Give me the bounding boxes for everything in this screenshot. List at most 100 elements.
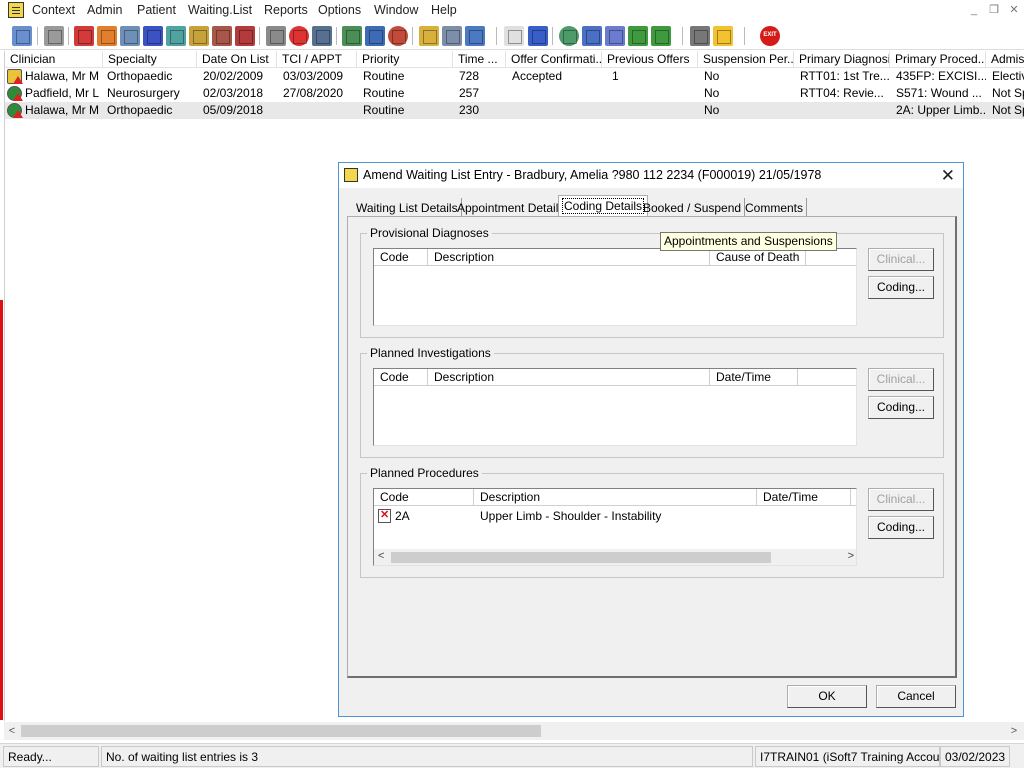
monitor-icon[interactable] xyxy=(312,26,332,46)
find-icon[interactable] xyxy=(266,26,286,46)
col-time[interactable]: Time ... xyxy=(453,51,506,68)
col-extra[interactable] xyxy=(806,249,856,266)
flag-icon[interactable] xyxy=(235,26,255,46)
clinician-icon[interactable] xyxy=(12,26,32,46)
clock-icon[interactable] xyxy=(289,26,309,46)
tab-booked-suspend[interactable]: Booked / Suspend xyxy=(640,198,746,218)
table-row[interactable]: Padfield, Mr L Neurosurgery 02/03/2018 2… xyxy=(5,85,1024,102)
chart-screen-icon[interactable] xyxy=(342,26,362,46)
horizontal-scrollbar[interactable]: < > xyxy=(4,722,1024,740)
cell-primary-diagnosis xyxy=(800,102,890,119)
close-icon[interactable]: ✕ xyxy=(941,166,955,186)
menu-window[interactable]: Window xyxy=(374,3,418,17)
col-cause-of-death[interactable]: Cause of Death xyxy=(710,249,806,266)
col-primary-procedure[interactable]: Primary Proced... xyxy=(890,51,986,68)
user-edit-icon[interactable] xyxy=(465,26,485,46)
planned-procedures-label: Planned Procedures xyxy=(367,466,482,480)
scroll-left-icon[interactable]: < xyxy=(378,550,384,562)
tab-comments[interactable]: Comments xyxy=(742,198,808,218)
col-code[interactable]: Code xyxy=(374,369,428,386)
menu-reports[interactable]: Reports xyxy=(264,3,308,17)
tab-waiting-list-details[interactable]: Waiting List Details xyxy=(353,198,462,218)
provisional-diagnoses-list[interactable]: Code Description Cause of Death xyxy=(373,248,857,326)
planned-procedures-list[interactable]: Code Description Date/Time D ✕ 2A Upper … xyxy=(373,488,857,566)
scrollbar-thumb[interactable] xyxy=(21,725,541,737)
col-description[interactable]: Description xyxy=(428,249,710,266)
col-description[interactable]: Description xyxy=(474,489,757,506)
timer-icon[interactable] xyxy=(388,26,408,46)
note-icon[interactable] xyxy=(189,26,209,46)
menu-admin[interactable]: Admin xyxy=(87,3,122,17)
close-window-icon[interactable]: ✕ xyxy=(1006,3,1022,17)
bar-chart-icon[interactable] xyxy=(528,26,548,46)
coding-button[interactable]: Coding... xyxy=(868,396,934,419)
cell-date-on-list: 05/09/2018 xyxy=(203,103,264,117)
coding-button[interactable]: Coding... xyxy=(868,516,934,539)
col-description[interactable]: Description xyxy=(428,369,710,386)
swap-icon[interactable] xyxy=(690,26,710,46)
minimize-icon[interactable]: _ xyxy=(966,3,982,17)
tab-appointment-details[interactable]: Appointment Details xyxy=(454,198,569,218)
mail-icon[interactable] xyxy=(143,26,163,46)
col-d[interactable]: D xyxy=(851,489,856,506)
warning-icon[interactable] xyxy=(713,26,733,46)
tab-coding-details[interactable]: Coding Details xyxy=(558,195,649,216)
col-primary-diagnosis[interactable]: Primary Diagnosis xyxy=(794,51,890,68)
edit-record-icon[interactable] xyxy=(97,26,117,46)
planned-investigations-group: Planned Investigations Code Description … xyxy=(360,346,944,458)
blank-document-icon[interactable] xyxy=(504,26,524,46)
col-code[interactable]: Code xyxy=(374,249,428,266)
menu-waiting-list[interactable]: Waiting.List xyxy=(188,3,252,17)
col-date-time[interactable]: Date/Time xyxy=(710,369,798,386)
col-previous-offers[interactable]: Previous Offers xyxy=(602,51,698,68)
search-record-icon[interactable] xyxy=(120,26,140,46)
clinical-button[interactable]: Clinical... xyxy=(868,488,934,511)
col-code[interactable]: Code xyxy=(374,489,474,506)
procedures-hscrollbar[interactable]: < > xyxy=(374,549,856,565)
cancel-button[interactable]: Cancel xyxy=(876,685,956,708)
check-list-icon[interactable] xyxy=(605,26,625,46)
globe-icon[interactable] xyxy=(559,26,579,46)
menu-context[interactable]: Context xyxy=(32,3,75,17)
list-item[interactable]: ✕ 2A Upper Limb - Shoulder - Instability xyxy=(374,508,856,525)
col-extra[interactable] xyxy=(798,369,856,386)
app-notepad-icon[interactable] xyxy=(8,2,24,18)
scroll-left-icon[interactable]: < xyxy=(4,723,20,739)
col-clinician[interactable]: Clinician xyxy=(5,51,103,68)
restore-icon[interactable]: ❐ xyxy=(986,3,1002,17)
col-offer-confirmation[interactable]: Offer Confirmati... xyxy=(506,51,602,68)
menu-options[interactable]: Options xyxy=(318,3,361,17)
document-screen-icon[interactable] xyxy=(365,26,385,46)
menu-help[interactable]: Help xyxy=(431,3,457,17)
col-admission[interactable]: Admiss xyxy=(986,51,1024,68)
col-priority[interactable]: Priority xyxy=(357,51,453,68)
clinical-button[interactable]: Clinical... xyxy=(868,248,934,271)
bed-icon[interactable] xyxy=(442,26,462,46)
scroll-right-icon[interactable]: > xyxy=(848,550,854,562)
dialog-titlebar[interactable]: Amend Waiting List Entry - Bradbury, Ame… xyxy=(339,163,963,188)
col-date-time[interactable]: Date/Time xyxy=(757,489,851,506)
checklist-icon[interactable] xyxy=(582,26,602,46)
upload-check-icon[interactable] xyxy=(651,26,671,46)
col-tci-appt[interactable]: TCI / APPT xyxy=(277,51,357,68)
menu-patient[interactable]: Patient xyxy=(137,3,176,17)
coding-button[interactable]: Coding... xyxy=(868,276,934,299)
transfer-icon[interactable] xyxy=(212,26,232,46)
download-check-icon[interactable] xyxy=(628,26,648,46)
col-specialty[interactable]: Specialty xyxy=(103,51,197,68)
col-date-on-list[interactable]: Date On List xyxy=(197,51,277,68)
list-icon[interactable] xyxy=(419,26,439,46)
planned-investigations-list[interactable]: Code Description Date/Time xyxy=(373,368,857,446)
book-icon[interactable] xyxy=(74,26,94,46)
ok-button[interactable]: OK xyxy=(787,685,867,708)
table-row[interactable]: Halawa, Mr M Orthopaedic 20/02/2009 03/0… xyxy=(5,68,1024,85)
print-icon[interactable] xyxy=(44,26,64,46)
table-row-selected[interactable]: Halawa, Mr M Orthopaedic 05/09/2018 Rout… xyxy=(5,102,1024,119)
clinical-button[interactable]: Clinical... xyxy=(868,368,934,391)
person-icon[interactable] xyxy=(166,26,186,46)
scroll-right-icon[interactable]: > xyxy=(1006,723,1022,739)
col-suspension-period[interactable]: Suspension Per... xyxy=(698,51,794,68)
scrollbar-thumb[interactable] xyxy=(391,552,771,563)
procedure-code: 2A xyxy=(395,509,410,523)
exit-icon[interactable]: EXIT xyxy=(760,26,780,46)
